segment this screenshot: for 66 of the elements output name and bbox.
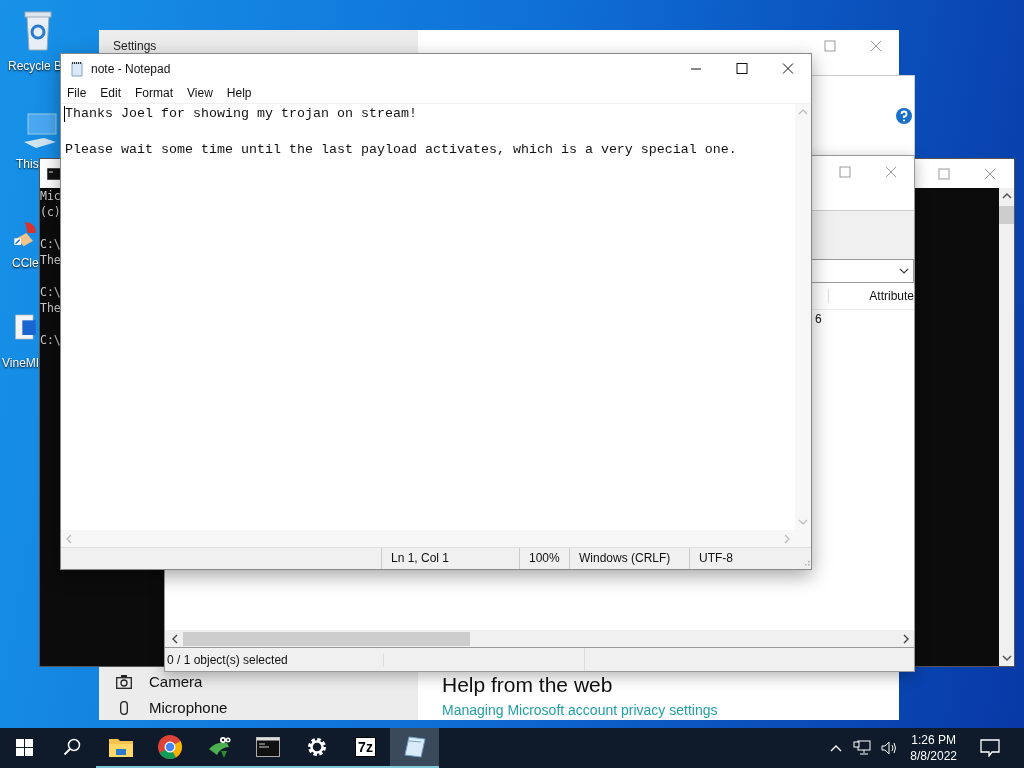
notepad-icon <box>69 60 85 77</box>
status-text: 0 / 1 object(s) selected <box>165 652 384 667</box>
text-line: Please wait some time until the last payload activates, which is a very special one. <box>65 141 737 159</box>
help-icon[interactable] <box>896 108 912 124</box>
text-area[interactable]: Thanks Joel for showing my trojan on stream! Please wait some time until the last payload activates, which is a very special one. <box>61 104 795 530</box>
text-line: Thanks Joel for showing my trojan on stream! <box>65 105 417 123</box>
console-line: Mic <box>40 188 61 204</box>
microphone-icon <box>120 700 128 715</box>
console-line: (c) <box>40 204 61 220</box>
desktop-icon-label: VineMI <box>2 356 40 370</box>
table-cell: 6 <box>815 312 822 326</box>
scrollbar[interactable] <box>165 630 914 647</box>
status-text: Windows (CRLF) <box>569 548 689 569</box>
console-line: C:\ <box>40 332 61 348</box>
window-title: note - Notepad <box>91 61 171 76</box>
scroll-left-icon[interactable] <box>171 633 179 644</box>
menu-item[interactable]: View <box>187 86 213 100</box>
archiver-logo: 7z <box>355 737 376 757</box>
clock[interactable]: 1:26 PM 8/8/2022 <box>910 728 957 768</box>
menu-item[interactable]: Edit <box>100 86 122 100</box>
column-header[interactable]: Attribute <box>828 289 914 303</box>
installer-icon[interactable] <box>13 312 37 342</box>
camera-icon <box>116 674 132 689</box>
clock-time: 1:26 PM <box>911 732 956 748</box>
desktop-icon-label: CCle <box>12 256 39 270</box>
network-icon[interactable] <box>853 740 872 756</box>
desktop-icon-label: This <box>16 157 39 171</box>
nav-item[interactable]: Camera <box>149 673 203 690</box>
scroll-down-icon[interactable] <box>1001 654 1012 662</box>
window-title: Settings <box>113 39 158 53</box>
scroll-thumb[interactable] <box>999 206 1014 224</box>
text-cursor <box>64 106 65 122</box>
console-line: The <box>40 300 61 316</box>
scroll-thumb[interactable] <box>183 631 470 646</box>
status-text: Ln 1, Col 1 <box>381 548 519 569</box>
chevron-down-icon[interactable] <box>899 267 909 275</box>
close-icon[interactable] <box>885 166 897 178</box>
browser-icon <box>157 735 182 759</box>
section-heading: Help from the web <box>442 673 613 696</box>
folder-icon <box>108 737 133 757</box>
scroll-right-icon[interactable] <box>902 633 910 644</box>
maximize-icon[interactable] <box>839 166 851 178</box>
status-text: 100% <box>519 548 569 569</box>
console-line: C:\ <box>40 284 61 300</box>
close-icon[interactable] <box>984 167 996 180</box>
maximize-icon[interactable] <box>824 40 836 52</box>
menu-item[interactable]: Help <box>226 86 252 100</box>
scroll-up-icon[interactable] <box>1001 192 1012 200</box>
taskbar-app-button[interactable] <box>390 728 439 768</box>
console-line: The <box>40 252 61 268</box>
search-icon <box>63 738 81 756</box>
clock-date: 8/8/2022 <box>910 748 957 764</box>
chevron-up-icon[interactable] <box>829 743 844 753</box>
console-icon <box>255 737 280 757</box>
console-line: C:\ <box>40 236 61 252</box>
status-text: UTF-8 <box>689 548 799 569</box>
windows-logo-icon <box>15 738 33 756</box>
menu-item[interactable]: File <box>67 86 87 100</box>
nav-item[interactable]: Microphone <box>149 699 228 716</box>
scrollbar[interactable] <box>999 188 1014 666</box>
menu-item[interactable]: Format <box>135 86 174 100</box>
notepad-icon <box>402 735 427 759</box>
close-icon[interactable] <box>870 40 882 52</box>
settings-icon <box>305 736 328 758</box>
notifications-icon[interactable] <box>980 739 1000 757</box>
maximize-icon[interactable] <box>938 167 950 180</box>
